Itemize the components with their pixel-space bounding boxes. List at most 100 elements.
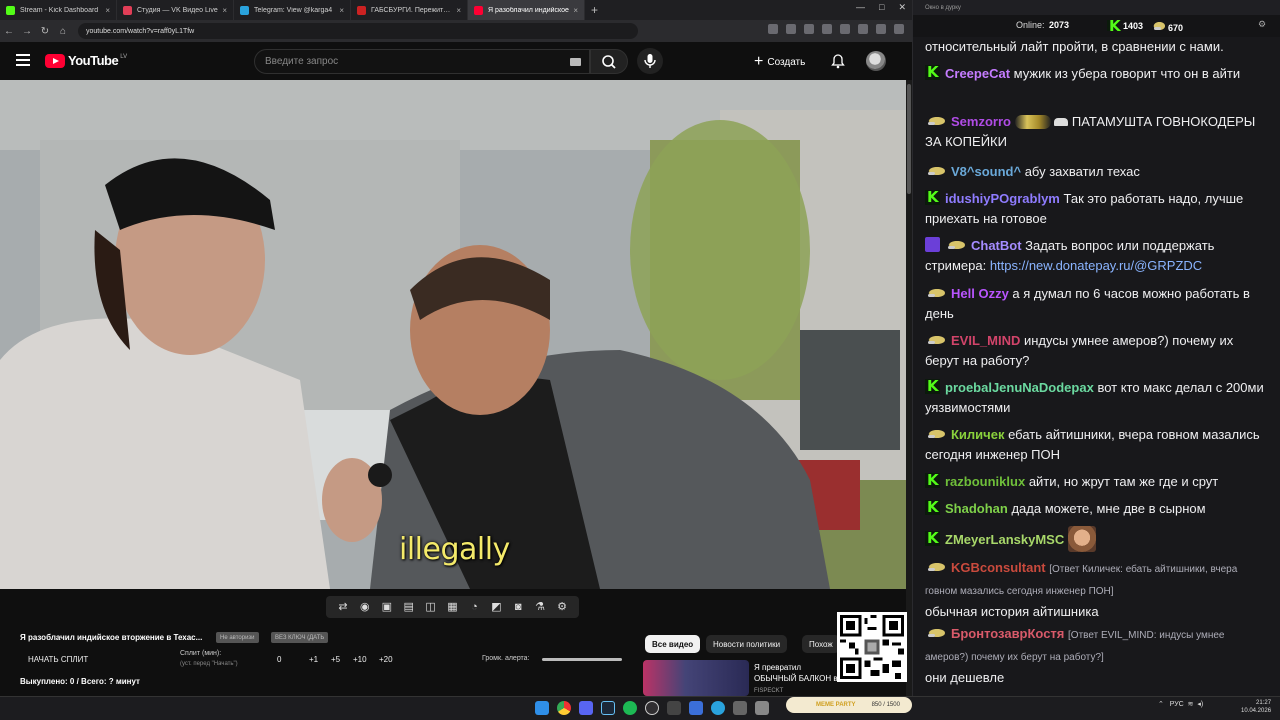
hamburger-icon[interactable]: [16, 54, 30, 66]
speed-icon[interactable]: ◔: [468, 601, 480, 613]
chat-username[interactable]: KGBconsultant: [951, 560, 1046, 575]
player-icon[interactable]: [689, 701, 703, 715]
steam-icon[interactable]: [601, 701, 615, 715]
lang-indicator[interactable]: РУС: [1170, 701, 1184, 708]
chat-username[interactable]: V8^sound^: [951, 164, 1021, 179]
key-pill[interactable]: ВЕЗ КЛЮЧ (ДАТЬ: [271, 632, 329, 643]
cinema-icon[interactable]: ▣: [381, 601, 393, 613]
home-icon[interactable]: ⌂: [54, 26, 72, 37]
start-split-button[interactable]: НАЧАТЬ СПЛИТ: [28, 655, 88, 664]
theater-icon[interactable]: ▦: [446, 601, 458, 613]
tab-habsburgs[interactable]: ГАБСБУРГИ. Пережить индустр×: [351, 0, 468, 20]
settings-gear-icon[interactable]: ⚙: [1258, 19, 1266, 30]
chat-username[interactable]: razbouniklux: [945, 474, 1025, 489]
chat-username[interactable]: БронтозаврКостя: [951, 626, 1064, 641]
chat-message: EVIL_MIND индусы умнее амеров?) почему и…: [925, 333, 1234, 368]
close-icon[interactable]: ×: [222, 6, 227, 15]
app-icon[interactable]: [667, 701, 681, 715]
search-button[interactable]: [590, 49, 628, 74]
tab-kick-dashboard[interactable]: Stream - Kick Dashboard ×: [0, 0, 117, 20]
back-icon[interactable]: ←: [0, 26, 18, 37]
online-label: Online:: [1016, 20, 1045, 30]
chat-username[interactable]: ZMeyerLanskyMSC: [945, 532, 1064, 547]
chat-username[interactable]: idushiyPOgrablym: [945, 191, 1060, 206]
chip-similar[interactable]: Похож: [802, 635, 840, 653]
film-icon[interactable]: ▤: [403, 601, 415, 613]
split-option[interactable]: +10: [353, 655, 367, 664]
alert-volume-slider[interactable]: [542, 658, 622, 661]
url-input[interactable]: youtube.com/watch?v=raff0yL1Tfw: [78, 23, 638, 39]
app-icon[interactable]: [733, 701, 747, 715]
bell-icon[interactable]: [830, 53, 846, 69]
chip-politics-news[interactable]: Новости политики: [706, 635, 788, 653]
chat-username[interactable]: Киличек: [951, 427, 1004, 442]
chat-username[interactable]: ChatBot: [971, 238, 1022, 253]
chevron-up-icon[interactable]: ⌃: [1158, 701, 1164, 708]
download-icon[interactable]: [858, 24, 868, 34]
tab-vk-studio[interactable]: Студия — VK Видео Live ×: [117, 0, 234, 20]
close-icon[interactable]: ×: [456, 6, 461, 15]
recommended-channel[interactable]: FISPECKT: [754, 688, 783, 694]
audio-icon[interactable]: ◉: [359, 601, 371, 613]
telegram-icon[interactable]: [711, 701, 725, 715]
meme-party-widget[interactable]: MEME PARTY 850 / 1500: [786, 697, 912, 713]
chip-all-videos[interactable]: Все видео: [645, 635, 701, 653]
wifi-icon[interactable]: ≋: [1188, 701, 1194, 708]
forward-icon[interactable]: →: [18, 26, 36, 37]
close-icon[interactable]: ×: [339, 6, 344, 15]
obs-icon[interactable]: [645, 701, 659, 715]
spotify-icon[interactable]: [623, 701, 637, 715]
split-option[interactable]: 0: [277, 655, 281, 664]
loop-icon[interactable]: ⇄: [337, 601, 349, 613]
start-icon[interactable]: [535, 701, 549, 715]
emote-icon: [1054, 118, 1069, 126]
close-window-icon[interactable]: ✕: [898, 2, 906, 13]
reload-icon[interactable]: ↻: [36, 26, 54, 37]
extension-icon[interactable]: [786, 24, 796, 34]
youtube-logo[interactable]: YouTube LV: [45, 53, 127, 68]
chat-username[interactable]: Semzorro: [951, 114, 1011, 129]
extension-icon[interactable]: [822, 24, 832, 34]
chat-username[interactable]: Hell Ozzy: [951, 286, 1009, 301]
voice-search-button[interactable]: [637, 48, 663, 74]
split-option[interactable]: +5: [331, 655, 340, 664]
extension-icon[interactable]: [840, 24, 850, 34]
stats-icon[interactable]: ◩: [490, 601, 502, 613]
close-icon[interactable]: ×: [105, 6, 110, 15]
new-tab-button[interactable]: +: [591, 3, 598, 17]
chrome-icon[interactable]: [557, 701, 571, 715]
minimize-icon[interactable]: —: [856, 2, 865, 13]
close-icon[interactable]: ×: [573, 6, 578, 15]
split-option[interactable]: +1: [309, 655, 318, 664]
gear-icon[interactable]: ⚙: [556, 601, 568, 613]
profile-icon[interactable]: [876, 24, 886, 34]
donate-link[interactable]: https://new.donatepay.ru/@GRPZDC: [990, 258, 1202, 273]
extension-icon[interactable]: [804, 24, 814, 34]
discord-icon[interactable]: [579, 701, 593, 715]
clock[interactable]: 21:27 10.04.2026: [1241, 699, 1271, 715]
chat-username[interactable]: Shadohan: [945, 501, 1008, 516]
flask-icon[interactable]: ⚗: [534, 601, 546, 613]
pip-icon[interactable]: ◫: [425, 601, 437, 613]
tab-youtube-active[interactable]: Я разоблачил индийское ×: [468, 0, 585, 20]
menu-icon[interactable]: [894, 24, 904, 34]
chat-username[interactable]: proebalJenuNaDodepax: [945, 380, 1094, 395]
scrollbar-thumb[interactable]: [907, 84, 911, 194]
screenshot-icon[interactable]: ◙: [512, 601, 524, 613]
split-option[interactable]: +20: [379, 655, 393, 664]
app-icon[interactable]: [755, 701, 769, 715]
auth-pill[interactable]: Не авторизи: [216, 632, 259, 643]
keyboard-icon[interactable]: [570, 58, 581, 66]
extension-icon[interactable]: [768, 24, 778, 34]
recommended-thumbnail[interactable]: [643, 660, 749, 696]
chat-username[interactable]: CreepeCat: [945, 66, 1010, 81]
create-button[interactable]: + Создать: [754, 51, 805, 73]
tab-telegram[interactable]: Telegram: View @karga4 ×: [234, 0, 351, 20]
recommended-title[interactable]: Я превратил ОБЫЧНЫЙ БАЛКОН в ГЕЙМЕРС: [754, 662, 840, 684]
avatar[interactable]: [866, 51, 886, 71]
chat-username[interactable]: EVIL_MIND: [951, 333, 1020, 348]
video-player[interactable]: illegally: [0, 80, 906, 589]
maximize-icon[interactable]: □: [879, 2, 884, 13]
volume-icon[interactable]: ◂): [1197, 701, 1203, 708]
search-input[interactable]: Введите запрос: [254, 49, 590, 74]
